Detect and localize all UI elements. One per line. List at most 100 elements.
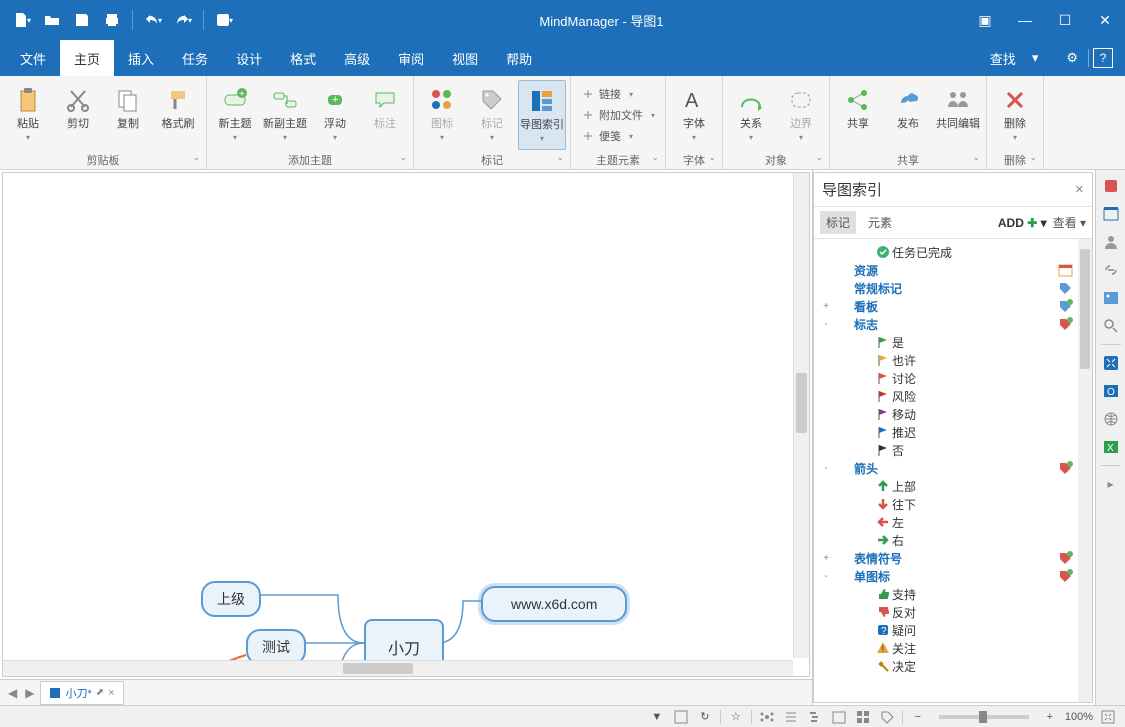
zoom-in-icon[interactable]: +	[1041, 708, 1059, 726]
ribbon-new-subtopic-button[interactable]: 新副主题▾	[261, 80, 309, 150]
search-menu[interactable]: 查找	[984, 45, 1022, 72]
ribbon-relation-button[interactable]: 关系▾	[727, 80, 775, 150]
tree-item-是[interactable]: 是	[816, 333, 1090, 351]
ribbon-boundary-button[interactable]: 边界▾	[777, 80, 825, 150]
view-gantt-icon[interactable]	[806, 708, 824, 726]
maximize-button[interactable]: ☐	[1045, 0, 1085, 40]
rail-link-icon[interactable]	[1099, 258, 1123, 282]
rail-user-icon[interactable]	[1099, 230, 1123, 254]
search-dropdown[interactable]: ▾	[1026, 46, 1045, 70]
view-tag-icon[interactable]	[878, 708, 896, 726]
mindmap-canvas[interactable]: 上级 测试 搞基 小刀 www.x6d.com	[2, 172, 810, 677]
print-button[interactable]	[98, 6, 126, 34]
tree-item-风险[interactable]: 风险	[816, 387, 1090, 405]
rail-image-icon[interactable]	[1099, 286, 1123, 310]
menu-格式[interactable]: 格式	[276, 40, 330, 76]
menu-设计[interactable]: 设计	[222, 40, 276, 76]
ribbon-coedit-button[interactable]: 共同编辑	[934, 80, 982, 150]
undo-button[interactable]: ▾	[139, 6, 167, 34]
menu-视图[interactable]: 视图	[438, 40, 492, 76]
rail-outlook-icon[interactable]: O	[1099, 379, 1123, 403]
tree-item-任务已完成[interactable]: 任务已完成	[816, 243, 1090, 261]
rail-excel-icon[interactable]: X	[1099, 435, 1123, 459]
minimize-button[interactable]: —	[1005, 0, 1045, 40]
save-button[interactable]	[68, 6, 96, 34]
tree-item-看板[interactable]: +看板	[816, 297, 1090, 315]
tree-item-往下[interactable]: 往下	[816, 495, 1090, 513]
ribbon-publish-button[interactable]: 发布	[884, 80, 932, 150]
ribbon-callout-button[interactable]: 标注	[361, 80, 409, 150]
ribbon-icons-button[interactable]: 图标▾	[418, 80, 466, 150]
ribbon-share-button[interactable]: 共享	[834, 80, 882, 150]
ribbon-cut-button[interactable]: 剪切	[54, 80, 102, 150]
canvas-hscroll[interactable]	[3, 660, 793, 676]
ribbon-new-topic-button[interactable]: +新主题▾	[211, 80, 259, 150]
filter-icon[interactable]: ▼	[648, 708, 666, 726]
ribbon-font-button[interactable]: A字体▾	[670, 80, 718, 150]
link-tool-icon[interactable]: ⚙	[1060, 46, 1084, 70]
help-button[interactable]: ?	[1093, 48, 1113, 68]
index-tab-elements[interactable]: 元素	[862, 211, 898, 234]
index-view-button[interactable]: 查看 ▾	[1053, 214, 1086, 231]
tree-item-单图标[interactable]: -单图标	[816, 567, 1090, 585]
tree-item-移动[interactable]: 移动	[816, 405, 1090, 423]
ribbon-toggle-button[interactable]: ▣	[965, 0, 1005, 40]
ribbon-tags-button[interactable]: 标记▾	[468, 80, 516, 150]
tree-item-表情符号[interactable]: +表情符号	[816, 549, 1090, 567]
tree-item-标志[interactable]: -标志	[816, 315, 1090, 333]
index-add-button[interactable]: ADD ✚ ▾	[998, 216, 1047, 230]
view-icon-icon[interactable]	[854, 708, 872, 726]
ribbon-floating-button[interactable]: +浮动▾	[311, 80, 359, 150]
tree-vscroll[interactable]	[1078, 239, 1092, 702]
tree-item-上部[interactable]: 上部	[816, 477, 1090, 495]
rail-more-icon[interactable]: ▸	[1099, 472, 1123, 496]
tree-item-资源[interactable]: 资源	[816, 261, 1090, 279]
zoom-level[interactable]: 100%	[1065, 711, 1093, 723]
menu-任务[interactable]: 任务	[168, 40, 222, 76]
index-tree[interactable]: 任务已完成资源常规标记+看板-标志是也许讨论风险移动推迟否-箭头上部往下左右+表…	[814, 239, 1092, 702]
tree-item-关注[interactable]: !关注	[816, 639, 1090, 657]
ribbon-note[interactable]: 便笺▾	[577, 126, 659, 146]
view-schedule-icon[interactable]	[830, 708, 848, 726]
open-file-button[interactable]	[38, 6, 66, 34]
close-button[interactable]: ✕	[1085, 0, 1125, 40]
menu-高级[interactable]: 高级	[330, 40, 384, 76]
index-close-icon[interactable]: ✕	[1075, 183, 1084, 196]
tree-item-左[interactable]: 左	[816, 513, 1090, 531]
tab-pin-icon[interactable]: ⬈	[96, 687, 104, 698]
ribbon-link[interactable]: 链接▾	[577, 84, 659, 104]
priority-button[interactable]: ▾	[210, 6, 238, 34]
ribbon-format-painter-button[interactable]: 格式刷	[154, 80, 202, 150]
menu-文件[interactable]: 文件	[6, 40, 60, 76]
rail-web-icon[interactable]	[1099, 407, 1123, 431]
ribbon-delete-button[interactable]: 删除▾	[991, 80, 1039, 150]
redo-button[interactable]: ▾	[169, 6, 197, 34]
tree-item-支持[interactable]: 支持	[816, 585, 1090, 603]
document-tab[interactable]: 小刀* ⬈ ×	[40, 681, 123, 705]
zoom-slider[interactable]	[939, 715, 1029, 719]
ribbon-attach[interactable]: 附加文件▾	[577, 105, 659, 125]
rail-search-icon[interactable]	[1099, 314, 1123, 338]
menu-主页[interactable]: 主页	[60, 40, 114, 76]
node-left-0[interactable]: 上级	[201, 581, 261, 617]
tree-item-反对[interactable]: 反对	[816, 603, 1090, 621]
tree-item-否[interactable]: 否	[816, 441, 1090, 459]
tab-next[interactable]: ▶	[23, 686, 36, 700]
tree-item-右[interactable]: 右	[816, 531, 1090, 549]
tree-item-箭头[interactable]: -箭头	[816, 459, 1090, 477]
index-tab-markers[interactable]: 标记	[820, 211, 856, 234]
tab-prev[interactable]: ◀	[6, 686, 19, 700]
ribbon-paste-button[interactable]: 粘贴▾	[4, 80, 52, 150]
rail-expand-icon[interactable]	[1099, 351, 1123, 375]
new-file-button[interactable]: ▾	[8, 6, 36, 34]
tree-item-常规标记[interactable]: 常规标记	[816, 279, 1090, 297]
zoom-out-icon[interactable]: −	[909, 708, 927, 726]
tab-close-icon[interactable]: ×	[108, 687, 114, 699]
view-map-icon[interactable]	[758, 708, 776, 726]
menu-插入[interactable]: 插入	[114, 40, 168, 76]
rail-task-icon[interactable]	[1099, 202, 1123, 226]
fit-icon[interactable]	[1099, 708, 1117, 726]
node-right-0[interactable]: www.x6d.com	[481, 586, 627, 622]
rail-marker-icon[interactable]	[1099, 174, 1123, 198]
status-priority-icon[interactable]: ☆	[727, 708, 745, 726]
